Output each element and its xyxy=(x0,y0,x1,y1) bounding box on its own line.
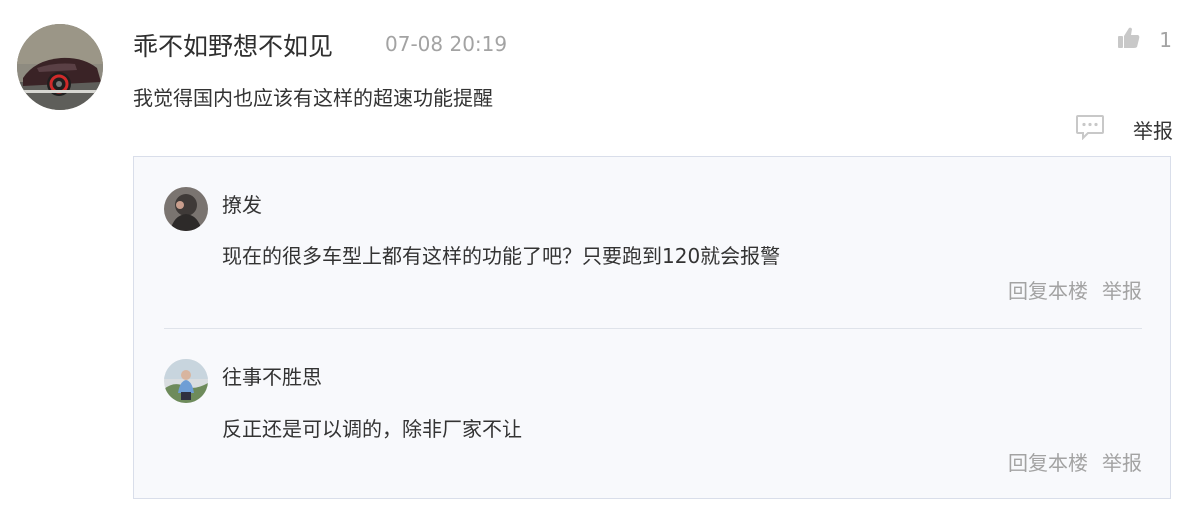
report-reply-link[interactable]: 举报 xyxy=(1102,447,1142,476)
reply-actions: 回复本楼 举报 xyxy=(1008,275,1142,304)
report-reply-link[interactable]: 举报 xyxy=(1102,275,1142,304)
comment-actions: 举报 xyxy=(1075,114,1173,144)
thumbs-up-icon[interactable] xyxy=(1117,26,1141,54)
reply-text: 现在的很多车型上都有这样的功能了吧？只要跑到120就会报警 xyxy=(222,244,781,268)
reply-to-floor-link[interactable]: 回复本楼 xyxy=(1008,275,1088,304)
reply-divider xyxy=(164,328,1142,329)
report-comment-link[interactable]: 举报 xyxy=(1133,115,1173,144)
reply-thread: 撩发 现在的很多车型上都有这样的功能了吧？只要跑到120就会报警 回复本楼 举报… xyxy=(133,156,1171,499)
reply-actions: 回复本楼 举报 xyxy=(1008,447,1142,476)
like-control[interactable]: 1 xyxy=(1117,26,1172,54)
reply-avatar[interactable] xyxy=(164,359,208,403)
outdoor-portrait-avatar-image xyxy=(164,359,208,403)
comment-timestamp: 07-08 20:19 xyxy=(385,32,508,56)
reply-username[interactable]: 撩发 xyxy=(222,189,262,218)
dark-portrait-avatar-image xyxy=(164,187,208,231)
like-count: 1 xyxy=(1159,28,1172,52)
car-photo-avatar-image xyxy=(17,24,103,110)
reply-username[interactable]: 往事不胜思 xyxy=(222,361,322,390)
reply-text: 反正还是可以调的，除非厂家不让 xyxy=(222,417,522,441)
commenter-username[interactable]: 乖不如野想不如见 xyxy=(133,27,333,63)
commenter-avatar[interactable] xyxy=(17,24,103,110)
reply-avatar[interactable] xyxy=(164,187,208,231)
comment-text: 我觉得国内也应该有这样的超速功能提醒 xyxy=(133,86,493,110)
reply-to-floor-link[interactable]: 回复本楼 xyxy=(1008,447,1088,476)
comment-bubble-icon[interactable] xyxy=(1075,114,1105,144)
